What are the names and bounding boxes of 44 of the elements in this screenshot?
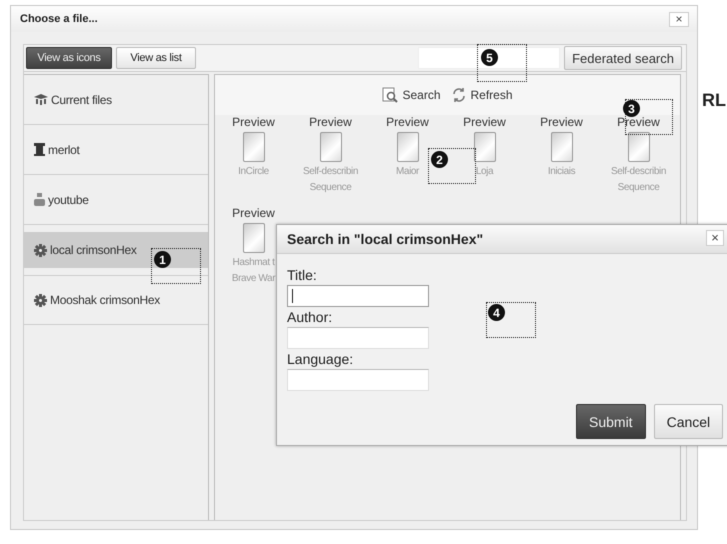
field-label: Language:	[287, 350, 354, 369]
refresh-link[interactable]: Refresh	[450, 87, 513, 103]
file-icon[interactable]	[550, 132, 572, 162]
preview-label: Preview	[617, 115, 660, 129]
view-tab[interactable]: View as icons	[26, 47, 112, 69]
file-icon[interactable]	[242, 223, 264, 253]
dialog-title: Choose a file...	[20, 13, 98, 25]
source-item[interactable]: merlot	[24, 125, 208, 175]
preview-label: Preview	[386, 115, 429, 129]
tube-icon	[34, 193, 45, 206]
field-label: Title:	[287, 266, 317, 285]
input-field[interactable]	[287, 369, 429, 391]
input-field[interactable]	[287, 285, 429, 307]
input-field[interactable]	[287, 327, 429, 349]
close-button[interactable]: ×	[669, 12, 689, 27]
preview-label: Preview	[232, 115, 275, 129]
file-icon[interactable]	[396, 132, 418, 162]
view-tab[interactable]: View as list	[116, 47, 196, 69]
dialog-title: Search in "local crimsonHex"	[287, 231, 484, 247]
search-field[interactable]	[418, 47, 560, 69]
field-label: Author:	[287, 308, 332, 327]
file-icon[interactable]	[320, 132, 342, 162]
source-item[interactable]: Mooshak crimsonHex	[24, 275, 208, 325]
preview-label: Preview	[309, 115, 352, 129]
search-link[interactable]: Search	[382, 87, 440, 103]
file-icon[interactable]	[242, 132, 264, 162]
page-heading: RL	[702, 90, 726, 111]
preview-label: Preview	[540, 115, 583, 129]
federated-search-button[interactable]: Federated search	[564, 46, 682, 70]
file-icon[interactable]	[628, 132, 650, 162]
gear-icon	[34, 294, 47, 306]
submit-button[interactable]: Submit	[576, 404, 646, 439]
preview-label: Preview	[463, 115, 506, 129]
search-icon	[382, 87, 398, 103]
close-button[interactable]: ×	[706, 230, 724, 246]
source-item[interactable]: youtube	[24, 175, 208, 225]
hat-icon	[34, 94, 48, 106]
preview-label: Preview	[232, 206, 275, 220]
column-icon	[34, 143, 45, 156]
source-item[interactable]: Current files	[24, 75, 208, 125]
cancel-button[interactable]: Cancel	[654, 404, 724, 439]
file-icon[interactable]	[474, 132, 496, 162]
refresh-icon	[450, 87, 466, 103]
gear-icon	[34, 244, 47, 256]
